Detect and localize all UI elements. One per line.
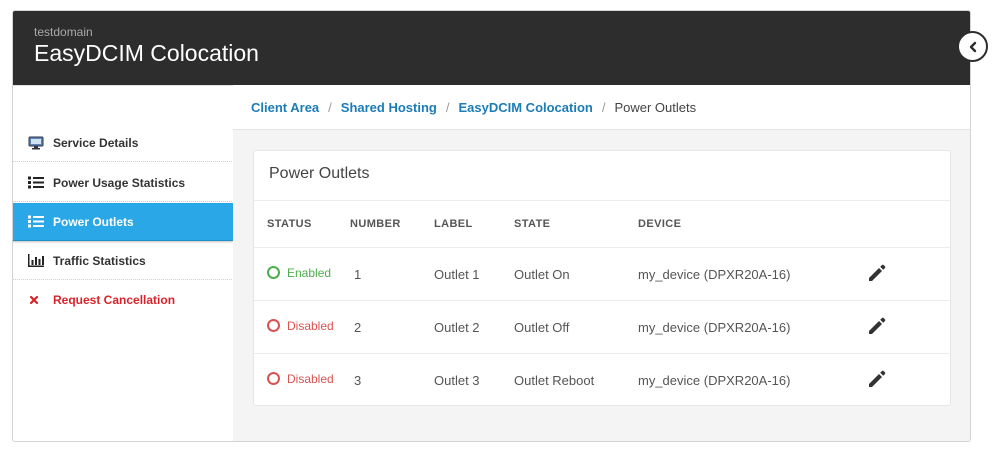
- sidebar-item-traffic-statistics[interactable]: Traffic Statistics: [13, 242, 232, 280]
- list-icon: [28, 176, 46, 189]
- breadcrumb-client-area[interactable]: Client Area: [251, 100, 319, 115]
- outlet-state: Outlet Off: [514, 300, 638, 354]
- sidebar-item-power-outlets[interactable]: Power Outlets: [13, 203, 233, 241]
- bar-chart-icon: [28, 254, 46, 267]
- breadcrumb-separator: /: [445, 99, 450, 115]
- breadcrumb-shared-hosting[interactable]: Shared Hosting: [341, 100, 437, 115]
- status-badge: Disabled: [267, 372, 334, 386]
- outlet-number: 2: [350, 300, 434, 354]
- sidebar: Service Details Power Usage Statistics P…: [13, 85, 233, 441]
- column-header-state: STATE: [514, 218, 551, 230]
- power-outlets-panel: Power Outlets STATUS NUMBER LABEL STATE …: [253, 150, 951, 406]
- status-text: Disabled: [287, 371, 334, 386]
- outlet-number: 1: [350, 247, 434, 301]
- page-title: EasyDCIM Colocation: [34, 40, 259, 66]
- status-text: Disabled: [287, 318, 334, 333]
- app-window: testdomain EasyDCIM Colocation Service D…: [12, 10, 971, 442]
- outlet-label: Outlet 1: [434, 247, 514, 301]
- sidebar-item-label: Traffic Statistics: [53, 253, 146, 268]
- outlet-device: my_device (DPXR20A-16): [638, 300, 867, 354]
- status-circle-icon: [267, 266, 280, 280]
- sidebar-item-label: Power Outlets: [53, 214, 134, 229]
- outlet-state: Outlet Reboot: [514, 353, 638, 406]
- breadcrumb-easydcim-colocation[interactable]: EasyDCIM Colocation: [458, 100, 592, 115]
- pencil-icon: [869, 370, 886, 387]
- outlet-device: my_device (DPXR20A-16): [638, 353, 867, 406]
- sidebar-item-label: Request Cancellation: [53, 293, 176, 307]
- main-content: Client Area / Shared Hosting / EasyDCIM …: [233, 85, 970, 441]
- sidebar-item-request-cancellation[interactable]: Request Cancellation: [13, 281, 232, 319]
- sidebar-item-service-details[interactable]: Service Details: [13, 124, 232, 162]
- column-header-status: STATUS: [267, 218, 312, 230]
- pencil-icon: [869, 264, 886, 281]
- column-header-device: DEVICE: [638, 218, 682, 230]
- status-badge: Disabled: [267, 319, 334, 333]
- monitor-icon: [28, 136, 46, 150]
- edit-outlet-button[interactable]: [867, 263, 887, 283]
- sidebar-item-power-usage-statistics[interactable]: Power Usage Statistics: [13, 164, 232, 202]
- sidebar-item-label: Service Details: [53, 135, 139, 150]
- outlets-table: STATUS NUMBER LABEL STATE DEVICE Enabled…: [254, 201, 950, 406]
- edit-outlet-button[interactable]: [867, 369, 887, 389]
- panel-title: Power Outlets: [269, 165, 370, 182]
- outlet-label: Outlet 3: [434, 353, 514, 406]
- list-icon: [28, 215, 46, 228]
- status-circle-icon: [267, 319, 280, 333]
- status-text: Enabled: [287, 265, 332, 280]
- outlet-label: Outlet 2: [434, 300, 514, 354]
- breadcrumb-current: Power Outlets: [614, 99, 697, 115]
- status-badge: Enabled: [267, 266, 331, 280]
- page-header: testdomain EasyDCIM Colocation: [13, 11, 970, 85]
- table-row: Disabled 3 Outlet 3 Outlet Reboot my_dev…: [254, 353, 950, 406]
- domain-label: testdomain: [34, 25, 93, 39]
- sidebar-item-label: Power Usage Statistics: [53, 175, 186, 190]
- outlet-device: my_device (DPXR20A-16): [638, 247, 867, 301]
- status-circle-icon: [267, 372, 280, 386]
- breadcrumb: Client Area / Shared Hosting / EasyDCIM …: [233, 85, 970, 130]
- column-header-number: NUMBER: [350, 218, 401, 230]
- breadcrumb-separator: /: [601, 99, 606, 115]
- pencil-icon: [869, 317, 886, 334]
- breadcrumb-separator: /: [328, 99, 332, 115]
- table-header-row: STATUS NUMBER LABEL STATE DEVICE: [254, 201, 950, 248]
- column-header-actions: [867, 201, 950, 248]
- table-row: Enabled 1 Outlet 1 Outlet On my_device (…: [254, 247, 950, 301]
- table-row: Disabled 2 Outlet 2 Outlet Off my_device…: [254, 300, 950, 354]
- close-icon: [28, 294, 46, 306]
- collapse-sidebar-button[interactable]: [957, 31, 988, 62]
- outlet-state: Outlet On: [514, 247, 638, 301]
- chevron-left-icon: [969, 41, 976, 52]
- column-header-label: LABEL: [434, 218, 473, 230]
- outlet-number: 3: [350, 353, 434, 406]
- edit-outlet-button[interactable]: [867, 316, 887, 336]
